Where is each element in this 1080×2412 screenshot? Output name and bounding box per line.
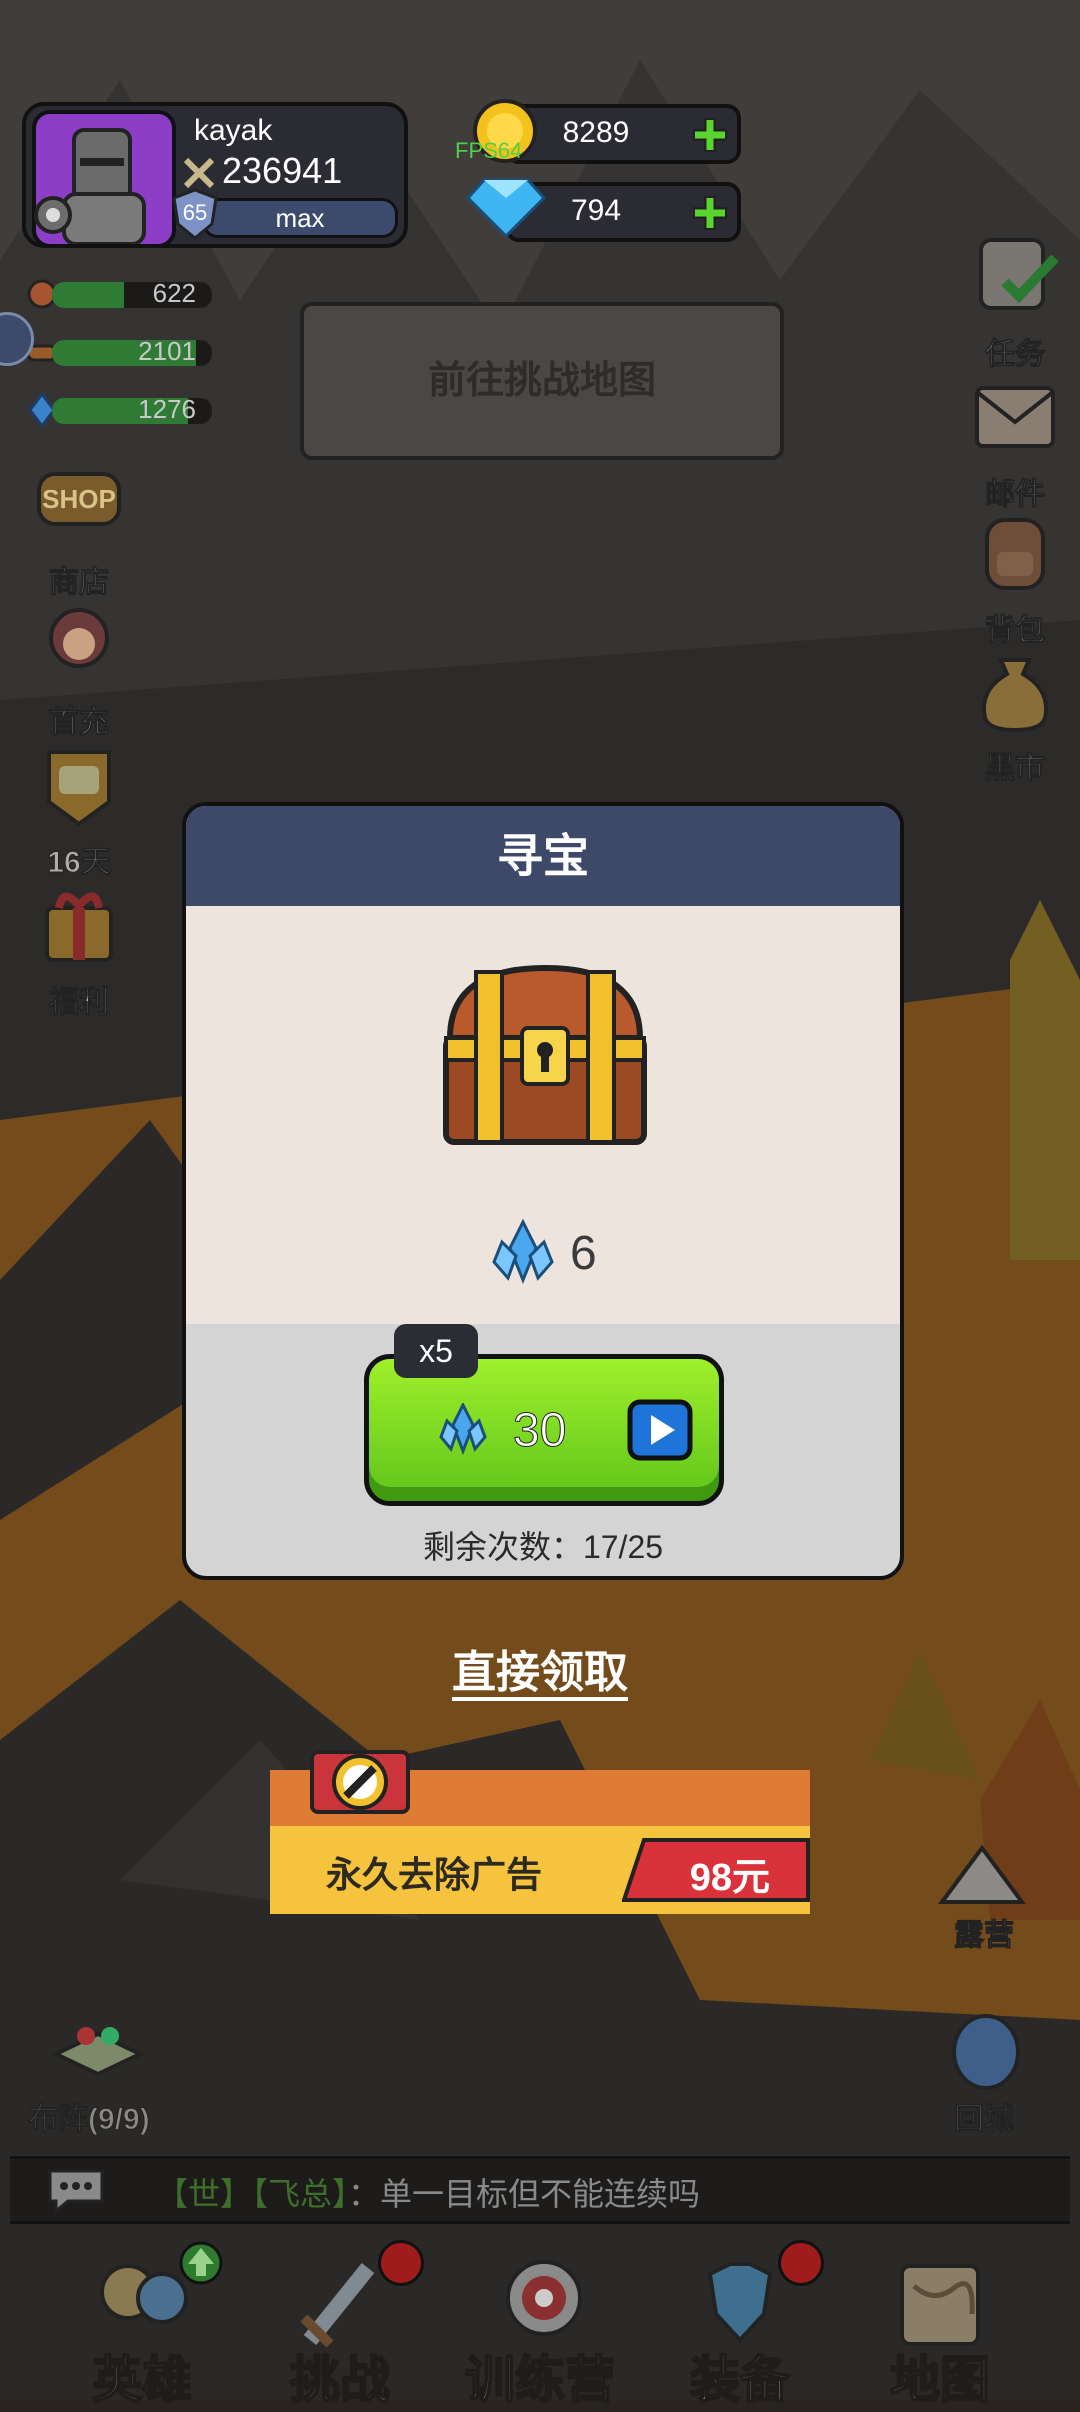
stat-crystal: 1276 [24,392,212,428]
menu-mail[interactable]: 邮件 [960,364,1070,513]
menu-black-market-label: 黑市 [985,752,1046,786]
remove-ads-price: 98元 [689,1857,770,1899]
gold-counter: 8289 [505,104,741,164]
video-play-icon [627,1399,693,1461]
formation-board-icon[interactable] [50,2014,146,2078]
reward-amount: 6 [570,1227,597,1280]
cost-crystal-icon [439,1403,487,1455]
level-status: max [275,203,325,233]
settings-gear-icon[interactable] [30,192,76,238]
equipment-notification-dot [778,2240,824,2286]
player-name: kayak [194,114,273,147]
blue-crystal-icon [492,1218,554,1284]
stat-value-wood: 2101 [138,336,196,366]
stat-fill-meat [52,282,124,308]
menu-shop[interactable]: SHOP 商店 [24,452,134,601]
nav-hero[interactable]: 英雄 [42,2240,242,2409]
chat-message: 【世】【飞总】：单一目标但不能连续吗 [156,2169,700,2215]
claim-cost: 30 [512,1404,567,1458]
formation-label: 布阵(9/9) [28,2103,151,2137]
nav-equipment[interactable]: 装备 [640,2240,840,2409]
diamond-icon [466,178,546,239]
menu-welfare[interactable]: 福利 [24,872,134,1021]
upgrade-arrow-icon [179,2241,223,2285]
menu-black-market[interactable]: 黑市 [960,638,1070,787]
svg-text:SHOP: SHOP [42,484,116,514]
crossed-swords-icon [183,157,215,189]
treasure-hunt-dialog: 寻宝 6 30 x5 剩余次数：17/25 [182,802,904,1580]
chat-bubble-icon [48,2169,104,2215]
return-city-label: 回城 [954,2103,1015,2137]
menu-pass[interactable]: 16天 [24,732,134,881]
nav-equipment-label: 装备 [689,2351,791,2409]
chat-text: ：单一目标但不能连续吗 [348,2176,701,2212]
menu-bag[interactable]: 背包 [960,500,1070,649]
player-profile[interactable]: kayak 236941 max 65 [22,102,408,248]
nav-training[interactable]: 训练营 [440,2240,640,2409]
nav-challenge-label: 挑战 [289,2351,391,2409]
camp-label: 露营 [954,1919,1015,1953]
treasure-chest-icon [443,964,647,1145]
fps-readout: FPS64 [455,138,523,163]
return-city-portal-icon[interactable] [950,2012,1022,2092]
remaining-attempts: 剩余次数：17/25 [422,1529,664,1565]
challenge-notification-dot [378,2240,424,2286]
dialog-reward-panel: 6 [186,906,900,1324]
nav-training-label: 训练营 [464,2351,616,2409]
chat-channel: 【世】 [156,2176,253,2212]
stat-meat: 622 [24,278,212,310]
menu-welfare-label: 福利 [49,986,110,1020]
go-challenge-map-button[interactable]: 前往挑战地图 [300,302,784,460]
gift-icon [45,892,113,962]
nav-hero-label: 英雄 [91,2351,193,2409]
multiplier-badge: x5 [394,1324,478,1378]
task-board-icon [979,238,1059,310]
bottom-nav: 英雄 挑战 训练营 装备 地图 [0,2240,1080,2409]
menu-first-recharge[interactable]: 首充 [24,592,134,741]
backpack-icon [985,518,1045,590]
nav-map[interactable]: 地图 [840,2240,1040,2409]
no-ads-icon [310,1750,410,1814]
remove-ads-offer[interactable]: 永久去除广告 98元 [270,1742,810,1914]
level-bar: max [202,198,398,238]
stat-value-meat: 622 [152,278,196,308]
direct-claim-link[interactable]: 直接领取 [0,1636,1080,1700]
add-gold-plus-icon[interactable] [689,114,731,156]
shop-icon: SHOP [37,472,121,526]
stat-value-crystal: 1276 [138,394,196,424]
stat-wood: 2101 [24,336,212,368]
nav-challenge[interactable]: 挑战 [240,2240,440,2409]
money-bag-icon [982,658,1048,733]
mail-icon [975,386,1055,448]
chat-sender[interactable]: 【飞总】 [252,2176,348,2212]
pass-badge-icon [47,750,111,827]
dialog-title: 寻宝 [186,806,900,906]
menu-tasks[interactable]: 任务 [960,224,1070,373]
camp-tent-icon[interactable] [932,1842,1032,1904]
hero-girl-icon [49,608,109,668]
add-diamond-plus-icon[interactable] [689,192,731,234]
remove-ads-label: 永久去除广告 [326,1854,543,1895]
world-chat-bar[interactable]: 【世】【飞总】：单一目标但不能连续吗 [10,2156,1070,2224]
combat-power: 236941 [222,150,343,191]
player-level: 65 [182,200,208,225]
nav-map-label: 地图 [889,2351,991,2409]
